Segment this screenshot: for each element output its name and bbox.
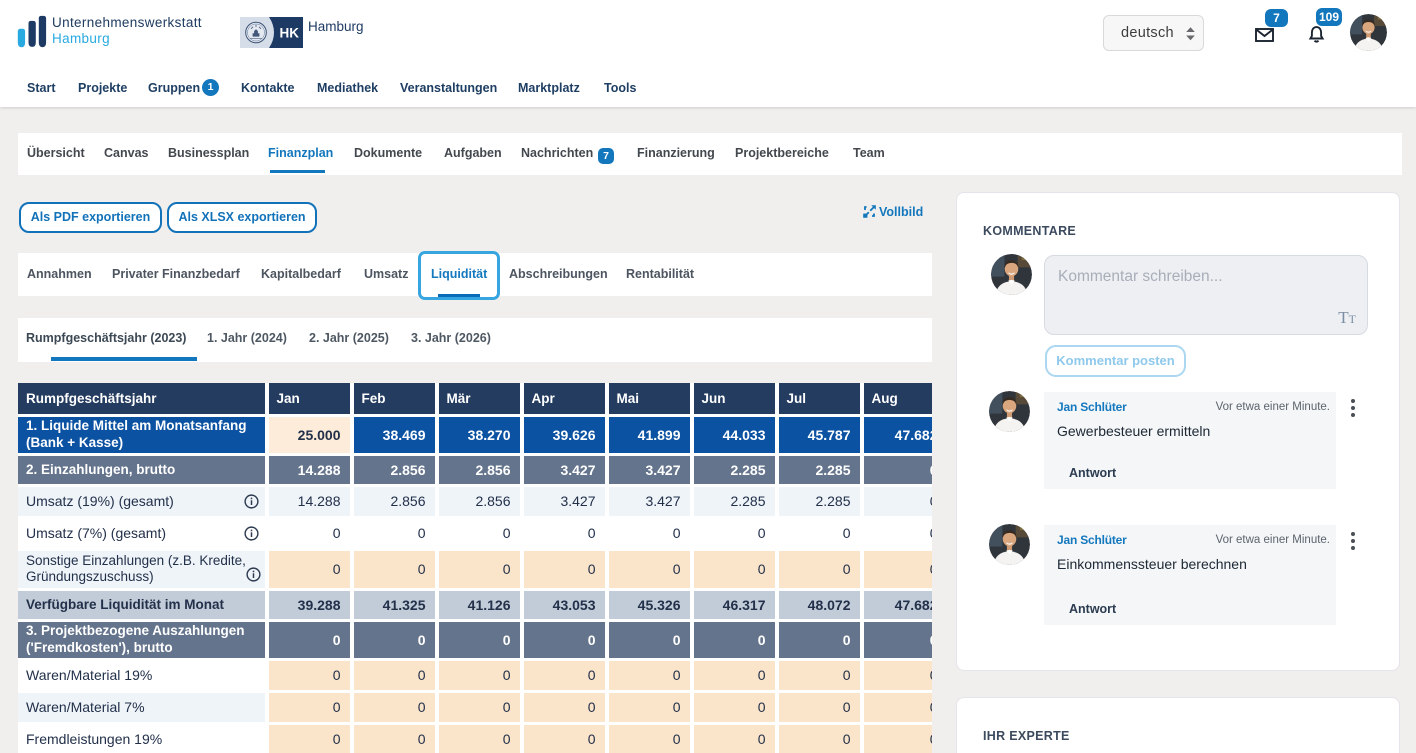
svg-text:HK: HK bbox=[280, 26, 300, 41]
